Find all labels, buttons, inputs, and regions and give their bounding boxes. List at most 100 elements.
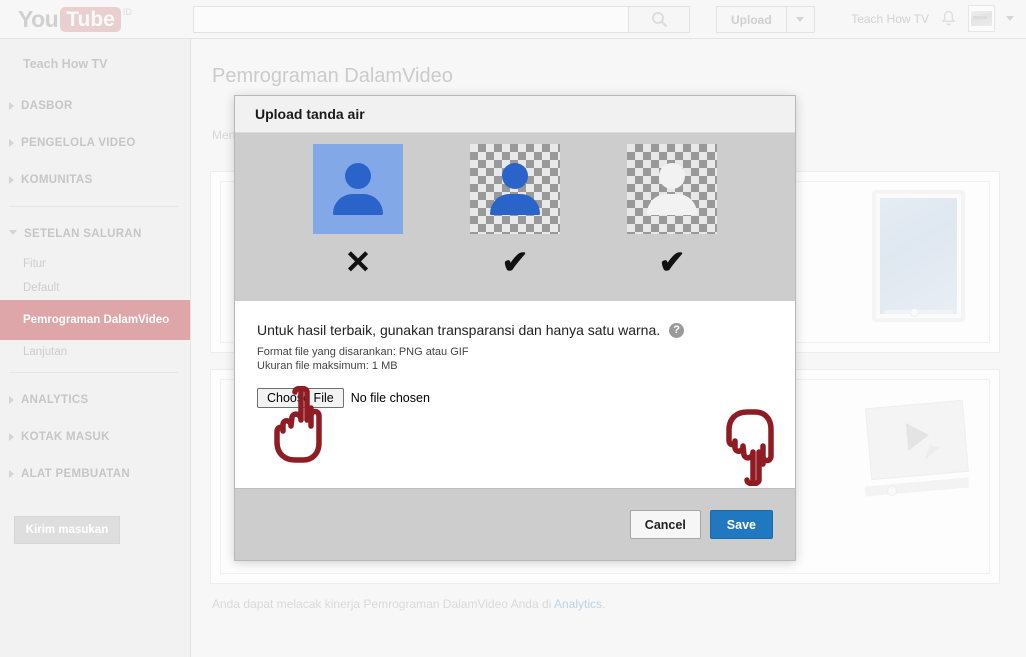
dialog-body: Untuk hasil terbaik, gunakan transparans… xyxy=(235,301,795,487)
person-body xyxy=(333,194,383,215)
person-head xyxy=(502,163,528,189)
chevron-right-icon xyxy=(9,138,14,147)
sidebar-item-label: KOMUNITAS xyxy=(21,173,93,186)
sidebar-divider xyxy=(9,372,178,373)
example-thumbnail xyxy=(313,144,403,234)
sidebar-item-kotak-masuk[interactable]: KOTAK MASUK xyxy=(0,418,190,455)
analytics-link[interactable]: Analytics xyxy=(554,597,602,611)
masthead: You Tube ID Upload Teach How TV xyxy=(0,0,1026,39)
transparent-white-example: ✔ xyxy=(627,144,717,278)
person-icon xyxy=(645,163,699,215)
solid-background-example: ✕ xyxy=(313,144,403,278)
upload-watermark-dialog: Upload tanda air ✕ ✔ ✔ Untuk hasil terba… xyxy=(234,95,796,561)
sidebar-item-lanjutan[interactable]: Lanjutan xyxy=(0,340,190,364)
sidebar-item-label: KOTAK MASUK xyxy=(21,430,110,443)
notifications-bell-icon[interactable] xyxy=(940,10,957,28)
person-icon xyxy=(331,163,385,215)
sidebar-item-label: Pemrograman DalamVideo xyxy=(23,314,170,326)
transparent-blue-example: ✔ xyxy=(470,144,560,278)
play-progress-bar xyxy=(864,477,970,497)
page-title: Pemrograman DalamVideo xyxy=(212,65,453,87)
youtube-logo[interactable]: You Tube ID xyxy=(18,5,132,32)
account-area: Teach How TV xyxy=(851,5,1014,32)
sidebar-item-alat-pembuatan[interactable]: ALAT PEMBUATAN xyxy=(0,455,190,492)
sidebar-item-label: DASBOR xyxy=(21,99,73,112)
upload-button-group: Upload xyxy=(716,6,815,33)
logo-country-code: ID xyxy=(122,6,132,17)
person-icon xyxy=(488,163,542,215)
person-body xyxy=(647,194,697,215)
sidebar-item-dasbor[interactable]: DASBOR xyxy=(0,87,190,124)
avatar[interactable] xyxy=(968,5,995,32)
sidebar-item-setelan-saluran[interactable]: SETELAN SALURAN xyxy=(0,215,190,252)
file-status-label: No file chosen xyxy=(350,391,430,405)
play-progress-knob xyxy=(887,486,897,496)
help-icon[interactable]: ? xyxy=(669,322,685,338)
play-preview-illustration xyxy=(864,394,970,512)
save-button[interactable]: Save xyxy=(709,510,773,539)
sidebar-item-fitur[interactable]: Fitur xyxy=(0,252,190,276)
send-feedback-button[interactable]: Kirim masukan xyxy=(14,516,120,544)
sidebar-item-label: ALAT PEMBUATAN xyxy=(21,467,130,480)
search-input[interactable] xyxy=(193,6,628,33)
pointing-up-hand-annotation xyxy=(274,386,322,463)
chevron-right-icon xyxy=(9,395,14,404)
account-name: Teach How TV xyxy=(851,11,929,26)
cancel-button[interactable]: Cancel xyxy=(629,510,701,539)
chevron-down-icon xyxy=(9,230,17,239)
logo-tube-text: Tube xyxy=(60,6,121,32)
account-chevron-down-icon[interactable] xyxy=(1006,16,1014,21)
tablet-progress-knob xyxy=(910,308,919,317)
upload-button[interactable]: Upload xyxy=(716,6,787,33)
dialog-title: Upload tanda air xyxy=(255,106,365,122)
upload-dropdown-button[interactable] xyxy=(786,6,815,33)
avatar-image xyxy=(971,11,992,26)
file-picker-row: Choose File No file chosen xyxy=(257,388,795,408)
sidebar-item-default[interactable]: Default xyxy=(0,276,190,300)
search-button[interactable] xyxy=(628,6,690,33)
sidebar-item-pemrograman-dalamvideo[interactable]: Pemrograman DalamVideo xyxy=(0,300,190,340)
footnote-suffix: . xyxy=(602,597,606,611)
chevron-right-icon xyxy=(9,469,14,478)
search-bar xyxy=(193,6,690,33)
chevron-right-icon xyxy=(9,175,14,184)
tablet-preview-illustration xyxy=(872,190,965,322)
chevron-right-icon xyxy=(9,101,14,110)
sidebar-item-pengelola-video[interactable]: PENGELOLA VIDEO xyxy=(0,124,190,161)
sidebar-item-label: PENGELOLA VIDEO xyxy=(21,136,136,149)
sidebar-item-label: Fitur xyxy=(23,258,46,270)
cross-mark-icon: ✕ xyxy=(344,244,372,280)
person-head xyxy=(345,163,371,189)
example-images-strip: ✕ ✔ ✔ xyxy=(235,133,795,301)
example-thumbnail xyxy=(627,144,717,234)
dialog-header: Upload tanda air xyxy=(235,96,795,133)
sidebar-brand: Teach How TV xyxy=(23,57,108,71)
sidebar: Teach How TV DASBOR PENGELOLA VIDEO KOMU… xyxy=(0,39,191,657)
example-thumbnail xyxy=(470,144,560,234)
sidebar-item-label: ANALYTICS xyxy=(21,393,89,406)
hint-size-text: Ukuran file maksimum: 1 MB xyxy=(257,360,398,372)
tablet-screen xyxy=(880,198,957,314)
footnote-prefix: Anda dapat melacak kinerja Pemrograman D… xyxy=(212,597,554,611)
check-mark-icon: ✔ xyxy=(501,244,529,280)
sidebar-divider xyxy=(9,206,178,207)
chevron-down-icon xyxy=(796,17,805,22)
sidebar-item-label: Lanjutan xyxy=(23,346,68,358)
chevron-right-icon xyxy=(9,432,14,441)
search-icon xyxy=(651,12,667,28)
sidebar-item-komunitas[interactable]: KOMUNITAS xyxy=(0,161,190,198)
person-body xyxy=(490,194,540,215)
sidebar-item-label: SETELAN SALURAN xyxy=(24,227,142,240)
hint-main-row: Untuk hasil terbaik, gunakan transparans… xyxy=(257,322,795,338)
hint-main-text: Untuk hasil terbaik, gunakan transparans… xyxy=(257,322,661,338)
sidebar-item-analytics[interactable]: ANALYTICS xyxy=(0,381,190,418)
pointing-down-hand-annotation xyxy=(726,409,774,486)
footnote: Anda dapat melacak kinerja Pemrograman D… xyxy=(212,597,605,611)
app-window: You Tube ID Upload Teach How TV Teach Ho… xyxy=(0,0,1026,657)
person-head xyxy=(659,163,685,189)
play-triangle-icon xyxy=(905,421,931,451)
dialog-footer: Cancel Save xyxy=(235,488,795,560)
logo-you-text: You xyxy=(18,5,59,32)
hint-format-text: Format file yang disarankan: PNG atau GI… xyxy=(257,346,469,358)
check-mark-icon: ✔ xyxy=(658,244,686,280)
